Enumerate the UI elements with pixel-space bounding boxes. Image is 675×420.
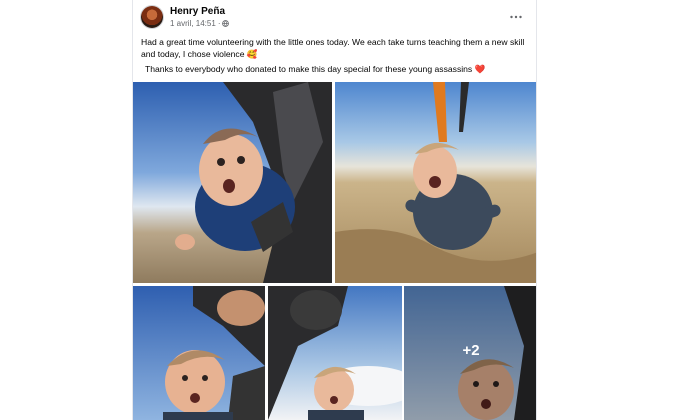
photo-1[interactable] (133, 82, 332, 283)
post-text: Had a great time volunteering with the l… (141, 36, 531, 75)
red-heart-emoji: ❤️ (474, 64, 486, 74)
more-options-button[interactable] (510, 9, 522, 19)
post-timestamp[interactable]: 1 avril, 14:51 (170, 19, 216, 28)
post-meta: 1 avril, 14:51 · (170, 19, 230, 28)
more-photos-count: +2 (462, 342, 480, 359)
photo-4[interactable] (268, 286, 402, 420)
photo-2[interactable] (335, 82, 536, 283)
post-text-line-2: Thanks to everybody who donated to make … (141, 63, 531, 75)
photo-grid: +2 (133, 82, 536, 420)
avatar[interactable] (141, 6, 163, 28)
photo-5-more[interactable]: +2 (404, 286, 536, 420)
post-text-1: Had a great time volunteering with the l… (141, 37, 525, 59)
post-text-2: Thanks to everybody who donated to make … (145, 64, 473, 74)
photo-3[interactable] (133, 286, 265, 420)
globe-icon (222, 20, 230, 27)
author-name[interactable]: Henry Peña (170, 6, 225, 17)
post-text-line-1: Had a great time volunteering with the l… (141, 36, 531, 60)
post-header: Henry Peña 1 avril, 14:51 · (141, 5, 528, 33)
post-card: Henry Peña 1 avril, 14:51 · Had a great … (132, 0, 537, 420)
meta-separator: · (217, 19, 221, 28)
ellipsis-icon (510, 15, 522, 19)
smiling-face-hearts-emoji: 🥰 (246, 49, 258, 59)
